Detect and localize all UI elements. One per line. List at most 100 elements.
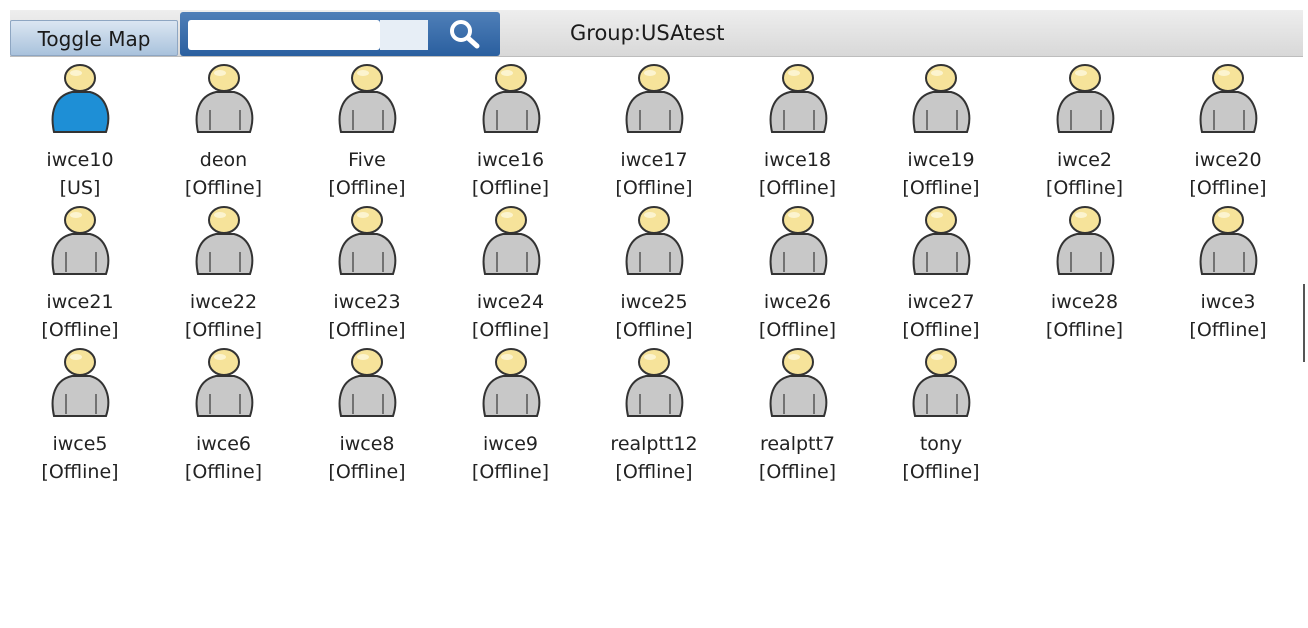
user-status: [Offline] [328, 319, 406, 341]
user-tile[interactable]: iwce8 [Offline] [307, 346, 427, 486]
user-status: [Offline] [471, 461, 550, 483]
user-avatar-icon [625, 206, 684, 275]
user-status: [Offline] [615, 319, 693, 341]
user-status: [Offline] [184, 177, 263, 199]
user-name: realptt12 [610, 433, 698, 455]
user-status: [Offline] [1189, 319, 1267, 341]
user-status: [Offline] [328, 177, 406, 199]
user-avatar-icon [625, 348, 684, 417]
user-name: iwce22 [189, 291, 258, 313]
user-name: iwce8 [339, 433, 395, 455]
user-avatar-icon [482, 206, 540, 275]
user-tile[interactable]: realptt12 [Offline] [594, 346, 714, 486]
user-tile[interactable]: iwce24 [Offline] [451, 204, 571, 344]
user-status: [Offline] [41, 461, 119, 483]
user-tile[interactable]: iwce21 [Offline] [20, 204, 140, 344]
user-name: iwce28 [1050, 291, 1119, 313]
user-name: iwce2 [1056, 149, 1113, 171]
user-name: iwce5 [52, 433, 108, 455]
user-name: iwce9 [482, 433, 539, 455]
user-avatar-icon [51, 348, 110, 417]
user-tile[interactable]: iwce9 [Offline] [451, 346, 571, 486]
user-status: [Offline] [471, 177, 550, 199]
user-avatar-icon [1199, 64, 1258, 133]
user-name: iwce27 [907, 291, 975, 313]
user-tile[interactable]: iwce28 [Offline] [1025, 204, 1145, 344]
user-tile[interactable]: iwce5 [Offline] [20, 346, 140, 486]
user-tile[interactable]: Five [Offline] [307, 62, 427, 202]
user-tile[interactable]: iwce22 [Offline] [164, 204, 284, 344]
user-status: [Offline] [615, 177, 693, 199]
user-tile[interactable]: deon [Offline] [164, 62, 284, 202]
user-tile[interactable]: iwce23 [Offline] [307, 204, 427, 344]
user-tile[interactable]: iwce2 [Offline] [1025, 62, 1145, 202]
user-name: iwce20 [1194, 149, 1262, 171]
user-tile[interactable]: iwce17 [Offline] [594, 62, 714, 202]
user-tile[interactable]: iwce3 [Offline] [1168, 204, 1288, 344]
user-tile[interactable]: iwce16 [Offline] [451, 62, 571, 202]
user-status: [Offline] [184, 461, 263, 483]
user-avatar-icon [912, 206, 971, 275]
user-tile[interactable]: iwce19 [Offline] [881, 62, 1001, 202]
user-name: iwce19 [907, 149, 975, 171]
user-avatar-icon [625, 64, 684, 133]
user-status: [Offline] [902, 461, 980, 483]
user-tile[interactable]: realptt7 [Offline] [738, 346, 858, 486]
user-status: [Offline] [1189, 177, 1267, 199]
toolbar: Toggle Map Group:USAtest [10, 10, 1303, 57]
scrollbar-edge[interactable] [1303, 284, 1308, 362]
user-name: realptt7 [759, 433, 836, 455]
group-label: Group:USAtest [570, 21, 725, 45]
user-avatar-icon [769, 348, 827, 417]
user-status: [Offline] [758, 177, 837, 199]
user-avatar-icon [338, 206, 397, 275]
user-avatar-icon [482, 64, 540, 133]
user-avatar-icon [769, 206, 827, 275]
user-tile[interactable]: iwce10 [US] [20, 62, 140, 202]
search-input[interactable] [188, 20, 380, 50]
user-name: iwce17 [620, 149, 688, 171]
user-avatar-icon [769, 64, 827, 133]
user-tile[interactable]: iwce18 [Offline] [738, 62, 858, 202]
user-status: [Offline] [758, 461, 837, 483]
user-avatar-icon [1199, 206, 1258, 275]
user-avatar-icon [195, 348, 253, 417]
user-status: [Offline] [902, 319, 980, 341]
user-name: iwce24 [476, 291, 545, 313]
search-button[interactable] [430, 14, 498, 54]
user-avatar-icon [1056, 64, 1114, 133]
user-status: [Offline] [471, 319, 550, 341]
user-name: iwce10 [46, 149, 114, 171]
user-tile[interactable]: iwce27 [Offline] [881, 204, 1001, 344]
user-name: iwce3 [1200, 291, 1256, 313]
user-tile[interactable]: iwce6 [Offline] [164, 346, 284, 486]
user-name: iwce6 [195, 433, 252, 455]
user-tile[interactable]: iwce25 [Offline] [594, 204, 714, 344]
user-avatar-icon [195, 64, 253, 133]
user-avatar-icon [51, 64, 110, 133]
user-name: Five [348, 149, 386, 171]
user-name: iwce25 [620, 291, 688, 313]
search-box [180, 12, 500, 56]
user-status: [Offline] [902, 177, 980, 199]
user-status: [Offline] [184, 319, 263, 341]
user-tile[interactable]: tony [Offline] [881, 346, 1001, 486]
user-status: [Offline] [615, 461, 693, 483]
user-avatar-icon [912, 64, 971, 133]
user-tile[interactable]: iwce26 [Offline] [738, 204, 858, 344]
search-input-padding [380, 20, 428, 50]
user-status: [Offline] [758, 319, 837, 341]
search-icon [450, 20, 480, 49]
user-name: iwce16 [476, 149, 545, 171]
user-name: iwce18 [763, 149, 832, 171]
user-name: deon [199, 149, 248, 171]
user-status: [US] [59, 177, 101, 199]
user-status: [Offline] [1045, 177, 1124, 199]
user-name: iwce23 [333, 291, 401, 313]
toggle-map-button[interactable]: Toggle Map [10, 20, 178, 56]
user-avatar-icon [912, 348, 971, 417]
user-status: [Offline] [1045, 319, 1124, 341]
user-tile[interactable]: iwce20 [Offline] [1168, 62, 1288, 202]
user-name: iwce26 [763, 291, 832, 313]
user-name: tony [919, 433, 963, 455]
